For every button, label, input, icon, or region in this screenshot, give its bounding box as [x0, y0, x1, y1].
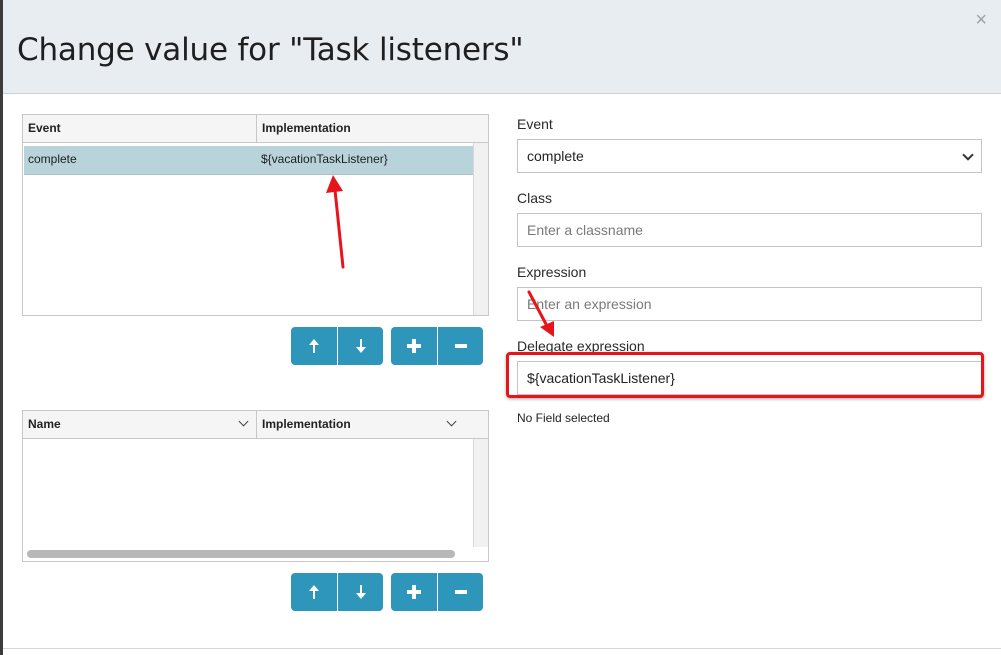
fields-edit-group	[391, 573, 483, 611]
horizontal-scrollbar[interactable]	[27, 550, 455, 558]
chevron-down-icon	[962, 149, 974, 161]
cell-implementation: ${vacationTaskListener}	[261, 152, 388, 166]
plus-icon	[407, 339, 421, 353]
annotation-highlight-box	[506, 352, 984, 398]
listeners-grid: Event Implementation complete ${vacation…	[22, 114, 489, 316]
arrow-up-icon	[308, 339, 320, 353]
dialog-footer-divider	[3, 648, 1001, 649]
column-header-event[interactable]: Event	[23, 115, 256, 142]
minus-icon	[454, 590, 467, 594]
dialog-header: Change value for "Task listeners" ×	[3, 0, 1001, 94]
event-select[interactable]: complete	[517, 139, 982, 173]
move-down-button[interactable]	[337, 573, 383, 611]
column-header-implementation[interactable]: Implementation	[256, 411, 488, 438]
window-edge	[0, 0, 3, 655]
no-field-status: No Field selected	[517, 411, 610, 425]
move-down-button[interactable]	[337, 327, 383, 365]
chevron-down-icon[interactable]	[238, 416, 249, 427]
expression-label: Expression	[517, 264, 587, 280]
arrow-up-icon	[308, 585, 320, 599]
listeners-grid-header: Event Implementation	[23, 115, 488, 143]
column-header-name-label: Name	[28, 417, 61, 431]
remove-field-button[interactable]	[437, 573, 483, 611]
arrow-down-icon	[355, 339, 367, 353]
fields-move-group	[291, 573, 383, 611]
expression-input[interactable]	[517, 287, 982, 321]
listeners-edit-group	[391, 327, 483, 365]
column-header-name[interactable]: Name	[23, 411, 256, 438]
event-select-value: complete	[527, 148, 584, 164]
add-field-button[interactable]	[391, 573, 437, 611]
class-input[interactable]	[517, 213, 982, 247]
table-row[interactable]: complete ${vacationTaskListener}	[24, 146, 473, 175]
listeners-move-group	[291, 327, 383, 365]
dialog-title: Change value for "Task listeners"	[17, 32, 524, 68]
column-header-implementation-label: Implementation	[262, 417, 351, 431]
column-header-implementation[interactable]: Implementation	[256, 115, 488, 142]
move-up-button[interactable]	[291, 573, 337, 611]
plus-icon	[407, 585, 421, 599]
vertical-scrollbar[interactable]	[473, 439, 488, 547]
move-up-button[interactable]	[291, 327, 337, 365]
vertical-scrollbar[interactable]	[473, 143, 488, 315]
minus-icon	[454, 344, 467, 348]
event-label: Event	[517, 116, 553, 132]
add-listener-button[interactable]	[391, 327, 437, 365]
close-icon[interactable]: ×	[975, 10, 987, 30]
chevron-down-icon[interactable]	[446, 416, 457, 427]
fields-grid: Name Implementation	[22, 410, 489, 562]
class-label: Class	[517, 190, 553, 206]
arrow-down-icon	[355, 585, 367, 599]
remove-listener-button[interactable]	[437, 327, 483, 365]
cell-event: complete	[28, 152, 77, 166]
fields-grid-header: Name Implementation	[23, 411, 488, 439]
